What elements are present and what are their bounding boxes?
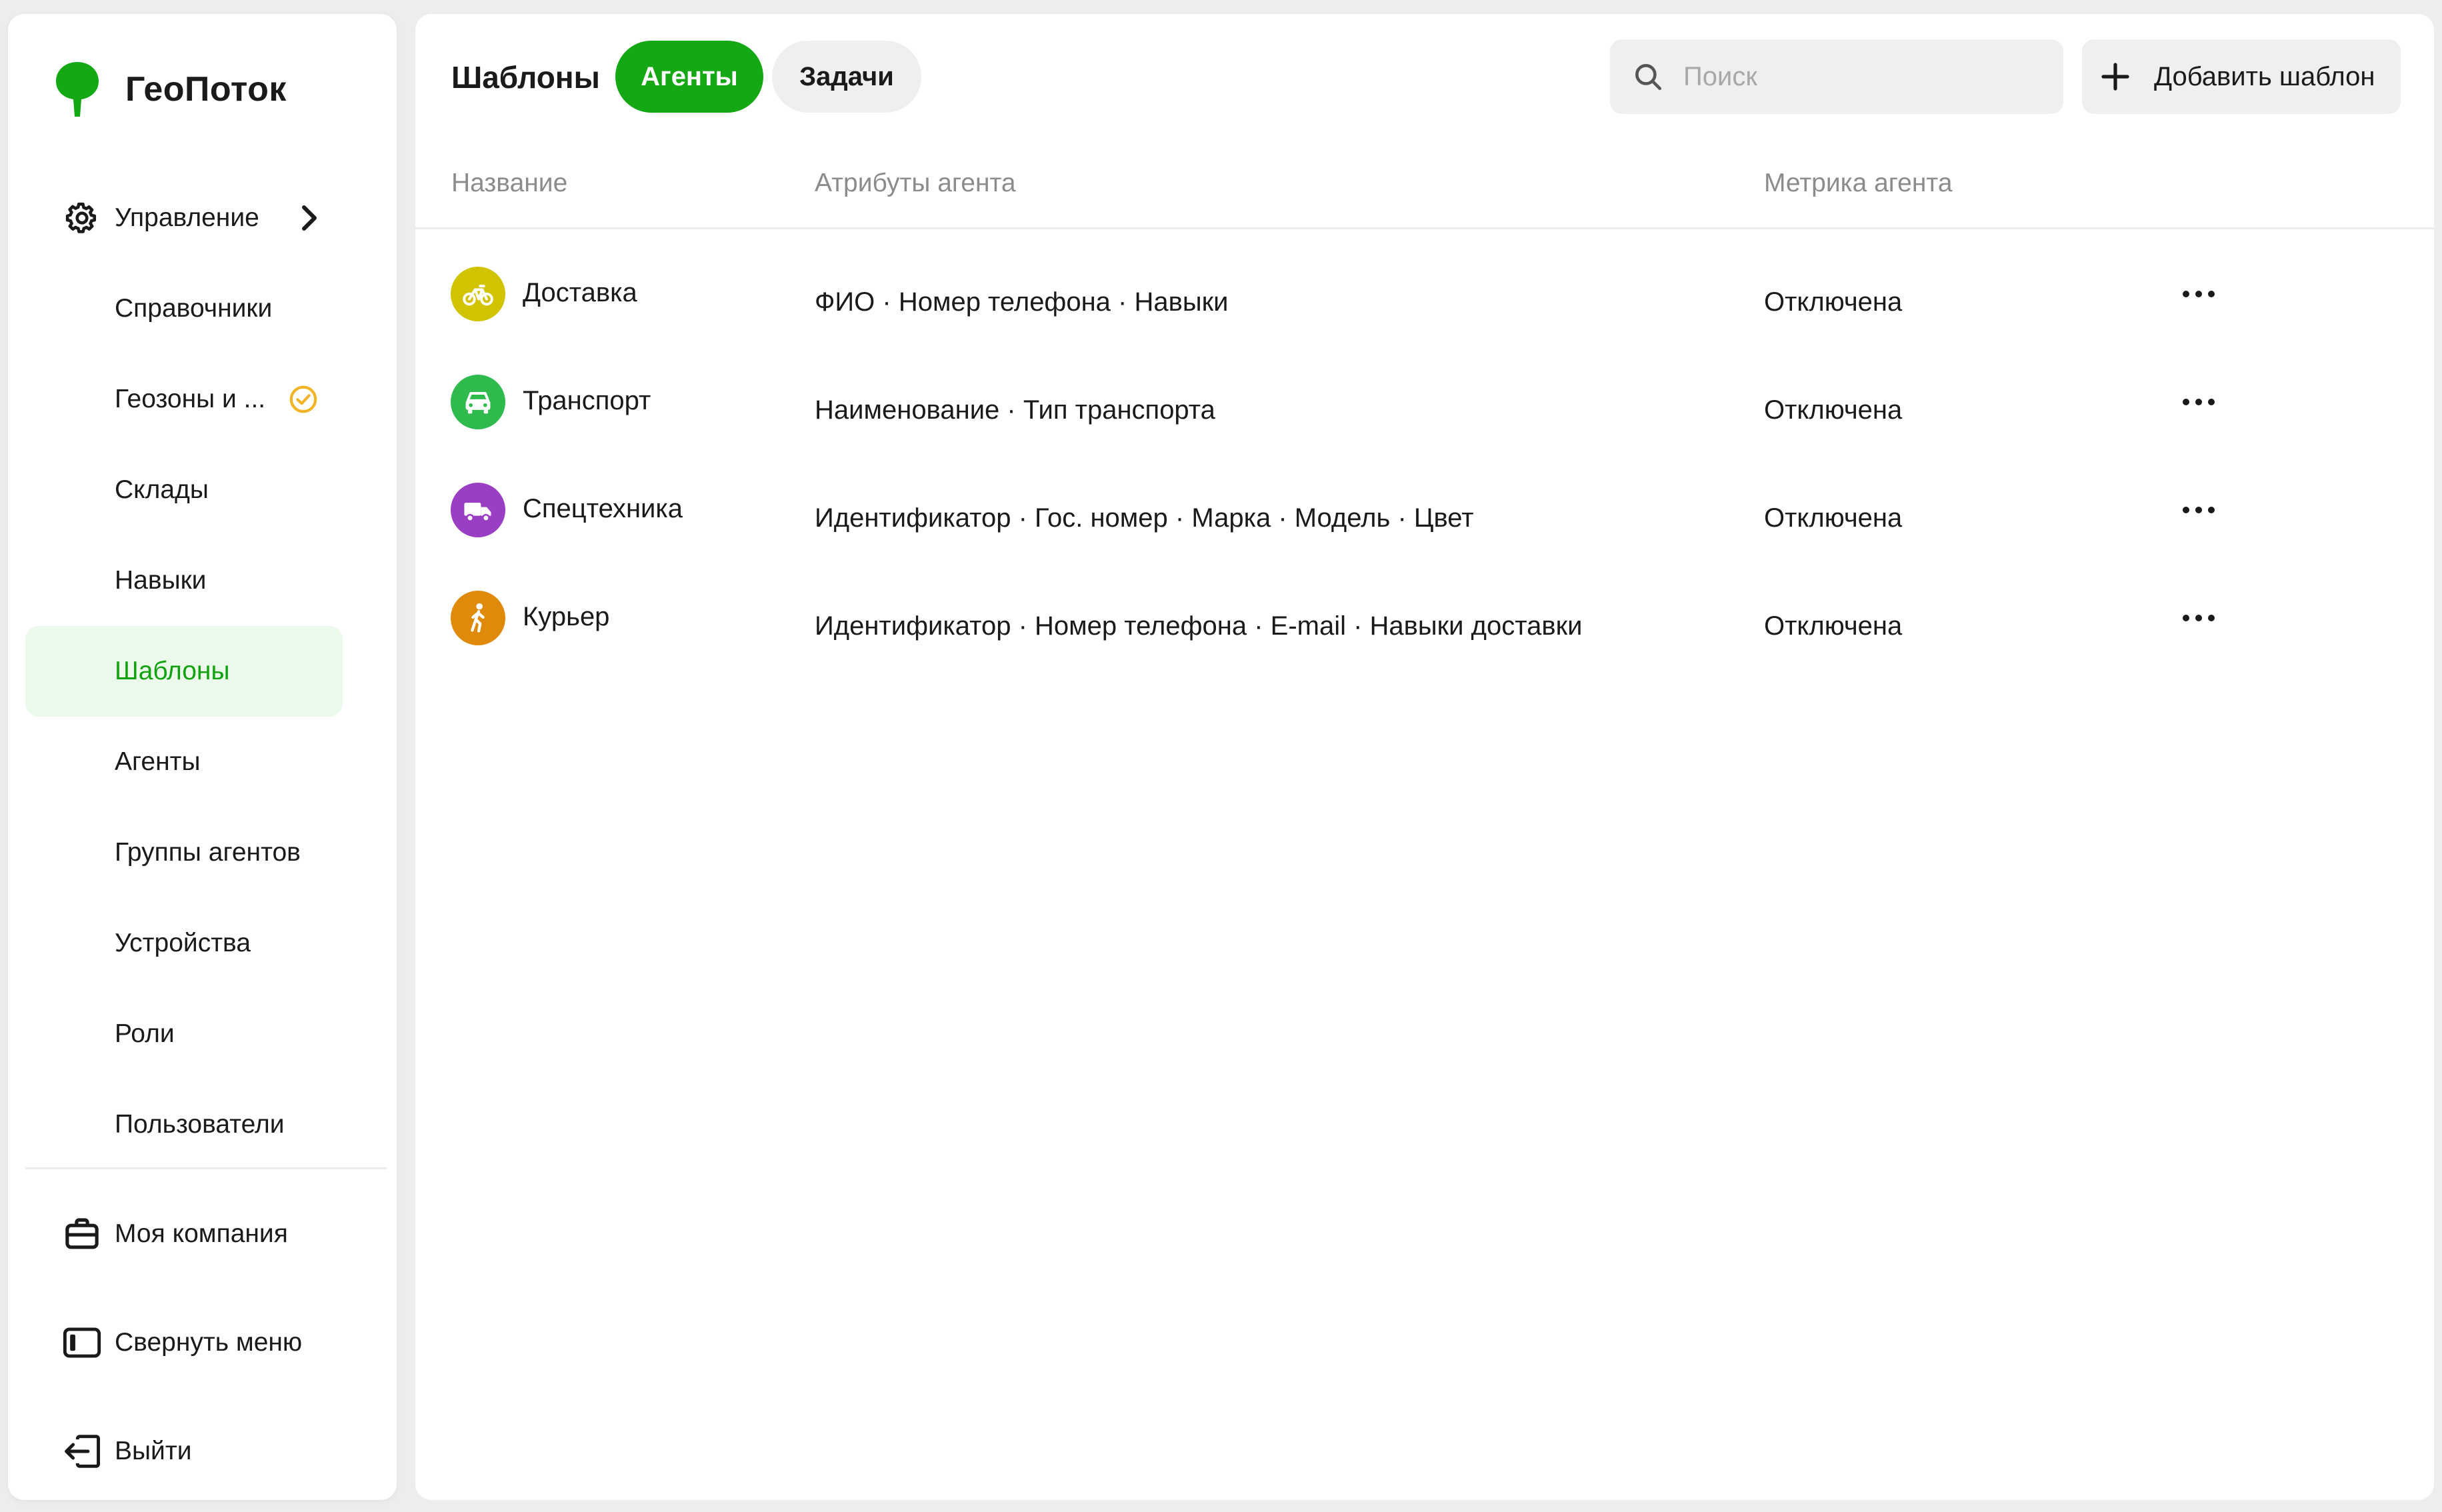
sidebar-item-label: Выйти [115,1437,192,1465]
sidebar-item-label: Шаблоны [115,657,230,685]
sidebar-item-agents[interactable]: Агенты [25,717,343,807]
table-row[interactable]: Спецтехника Идентификатор · Гос. номер ·… [415,457,2434,565]
walking-person-icon [451,591,505,645]
sidebar-item-templates[interactable]: Шаблоны [25,626,343,717]
sidebar-item-label: Группы агентов [115,838,301,867]
sidebar-item-geozones[interactable]: Геозоны и ... [25,354,343,445]
sidebar-item-management[interactable]: Управление [25,173,343,263]
template-metric: Отключена [1764,503,1903,533]
sidebar-item-label: Склады [115,475,209,504]
tab-agents[interactable]: Агенты [615,41,763,113]
template-attributes: Идентификатор · Номер телефона · E-mail … [815,611,1583,641]
sidebar-item-label: Устройства [115,929,251,957]
add-template-button[interactable]: Добавить шаблон [2082,39,2401,114]
sidebar-item-label: Пользователи [115,1110,285,1139]
sidebar-item-users[interactable]: Пользователи [25,1079,343,1170]
sidebar-item-agent-groups[interactable]: Группы агентов [25,807,343,898]
template-attributes: Идентификатор · Гос. номер · Марка · Мод… [815,503,1474,533]
logo[interactable]: ГеоПоток [55,61,287,118]
truck-icon [451,483,505,537]
logout-icon [63,1432,101,1471]
column-header-metric: Метрика агента [1764,169,1953,197]
add-template-label: Добавить шаблон [2154,61,2375,91]
table-row[interactable]: Доставка ФИО · Номер телефона · Навыки О… [415,241,2434,349]
template-attributes: ФИО · Номер телефона · Навыки [815,287,1229,317]
search-icon [1635,64,1661,90]
main-panel: Шаблоны Агенты Задачи Добавить шаблон На… [415,14,2434,1500]
sidebar-divider [25,1167,387,1169]
sidebar-item-label: Агенты [115,747,201,776]
template-name: Спецтехника [523,494,683,523]
sidebar: ГеоПоток Управление Справочники Геозоны … [8,14,397,1500]
tab-tasks[interactable]: Задачи [772,41,921,113]
sidebar-item-label: Навыки [115,566,207,595]
template-metric: Отключена [1764,395,1903,425]
search-box [1610,39,2063,114]
plus-icon [2101,63,2129,91]
more-options-icon[interactable] [2175,389,2222,415]
gear-icon [63,199,101,237]
template-name: Транспорт [523,386,651,415]
sidebar-item-label: Свернуть меню [115,1328,303,1357]
search-input[interactable] [1683,50,2043,103]
app: ГеоПоток Управление Справочники Геозоны … [0,0,2442,1512]
sidebar-item-warehouses[interactable]: Склады [25,445,343,535]
table-row[interactable]: Транспорт Наименование · Тип транспорта … [415,349,2434,457]
sidebar-item-skills[interactable]: Навыки [25,535,343,626]
more-options-icon[interactable] [2175,497,2222,523]
sidebar-item-collapse-menu[interactable]: Свернуть меню [25,1297,343,1388]
column-header-name: Название [451,169,568,197]
sidebar-item-logout[interactable]: Выйти [25,1406,343,1497]
template-name: Курьер [523,602,610,631]
column-header-attributes: Атрибуты агента [815,169,1016,197]
table-row[interactable]: Курьер Идентификатор · Номер телефона · … [415,565,2434,673]
template-metric: Отключена [1764,611,1903,641]
template-attributes: Наименование · Тип транспорта [815,395,1215,425]
bicycle-icon [451,267,505,321]
sidebar-item-label: Роли [115,1019,175,1048]
sidebar-item-label: Геозоны и ... [115,385,266,413]
more-options-icon[interactable] [2175,281,2222,307]
page-title: Шаблоны [451,60,600,95]
logo-mark-icon [56,62,99,117]
sidebar-item-devices[interactable]: Устройства [25,898,343,989]
sidebar-item-label: Управление [115,203,259,232]
check-circle-icon [289,385,317,413]
sidebar-item-label: Справочники [115,294,273,323]
car-icon [451,375,505,429]
sidebar-item-directories[interactable]: Справочники [25,263,343,354]
more-options-icon[interactable] [2175,605,2222,631]
sidebar-item-label: Моя компания [115,1219,288,1248]
briefcase-icon [63,1215,101,1253]
table-header-divider [415,227,2434,229]
app-name: ГеоПоток [125,70,287,109]
chevron-right-icon [302,205,317,231]
sidebar-item-roles[interactable]: Роли [25,989,343,1079]
template-metric: Отключена [1764,287,1903,317]
template-name: Доставка [523,278,637,307]
collapse-sidebar-icon [63,1323,101,1362]
sidebar-item-my-company[interactable]: Моя компания [25,1189,343,1279]
